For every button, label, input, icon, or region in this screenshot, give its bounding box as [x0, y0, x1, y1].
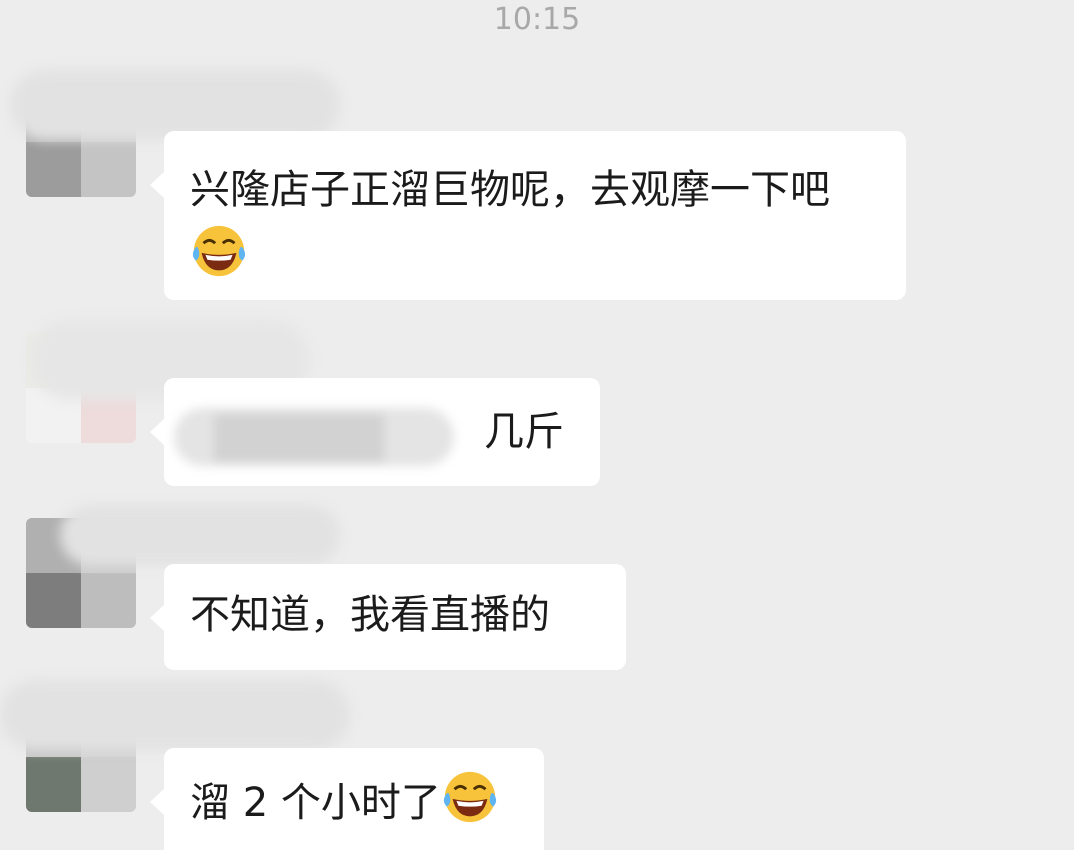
message-timestamp: 10:15 [493, 2, 581, 37]
sender-name-redacted [0, 680, 350, 750]
sender-name-redacted [10, 70, 340, 140]
message-text: 几斤 [484, 409, 564, 455]
message-text: 兴隆店子正溜巨物呢，去观摩一下吧 [190, 167, 830, 213]
message-bubble[interactable]: 不知道，我看直播的 [150, 564, 626, 670]
message-bubble[interactable]: 几斤 [150, 378, 600, 486]
sender-name-redacted [60, 505, 340, 565]
laughing-tears-emoji-icon [192, 225, 246, 277]
redacted-text [174, 408, 454, 466]
message-bubble[interactable]: 兴隆店子正溜巨物呢，去观摩一下吧 [150, 131, 906, 300]
message-text: 不知道，我看直播的 [190, 592, 550, 638]
message-bubble[interactable]: 溜 2 个小时了 [150, 748, 544, 850]
laughing-tears-emoji-icon [443, 771, 496, 823]
message-text: 溜 2 个小时了 [190, 780, 441, 826]
